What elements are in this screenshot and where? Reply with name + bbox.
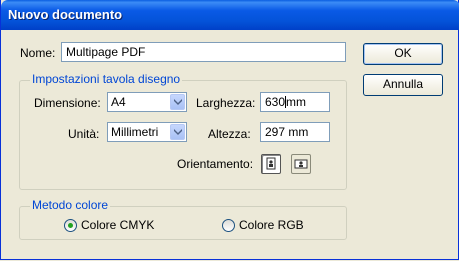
portrait-orientation-icon xyxy=(266,157,276,170)
color-mode-title: Metodo colore xyxy=(30,198,111,212)
height-value: 297 xyxy=(265,125,286,139)
size-select[interactable]: A4 xyxy=(107,92,187,112)
rgb-label[interactable]: Colore RGB xyxy=(239,218,304,232)
rgb-radio[interactable] xyxy=(222,219,235,232)
units-select[interactable]: Millimetri xyxy=(107,122,187,142)
height-unit: mm xyxy=(288,125,309,139)
units-value: Millimetri xyxy=(111,125,159,139)
cmyk-label[interactable]: Colore CMYK xyxy=(81,218,154,232)
landscape-orientation-button[interactable] xyxy=(291,154,311,174)
chevron-down-icon[interactable] xyxy=(170,94,185,110)
landscape-orientation-icon xyxy=(294,159,308,169)
size-label: Dimensione: xyxy=(34,96,101,110)
name-input[interactable]: Multipage PDF xyxy=(61,42,346,62)
size-value: A4 xyxy=(111,95,126,109)
radio-selected-dot xyxy=(68,223,73,228)
cmyk-radio[interactable] xyxy=(64,219,77,232)
portrait-orientation-button[interactable] xyxy=(261,154,281,174)
cancel-button[interactable]: Annulla xyxy=(363,74,443,96)
dialog-title: Nuovo documento xyxy=(8,7,123,22)
height-label: Altezza: xyxy=(208,127,251,141)
orientation-label: Orientamento: xyxy=(177,157,254,171)
height-input[interactable]: 297 mm xyxy=(260,122,330,142)
title-bar[interactable]: Nuovo documento xyxy=(1,0,459,30)
width-value: 630 xyxy=(265,95,286,109)
width-unit: mm xyxy=(286,95,307,109)
chevron-down-icon[interactable] xyxy=(170,124,185,140)
page-settings-title: Impostazioni tavola disegno xyxy=(30,72,183,86)
name-label: Nome: xyxy=(20,46,56,60)
units-label: Unità: xyxy=(68,127,100,141)
new-document-dialog: Nuovo documento Nome: Multipage PDF OK A… xyxy=(0,0,459,260)
width-label: Larghezza: xyxy=(196,96,256,110)
width-input[interactable]: 630mm xyxy=(260,92,330,112)
ok-button[interactable]: OK xyxy=(363,43,443,65)
